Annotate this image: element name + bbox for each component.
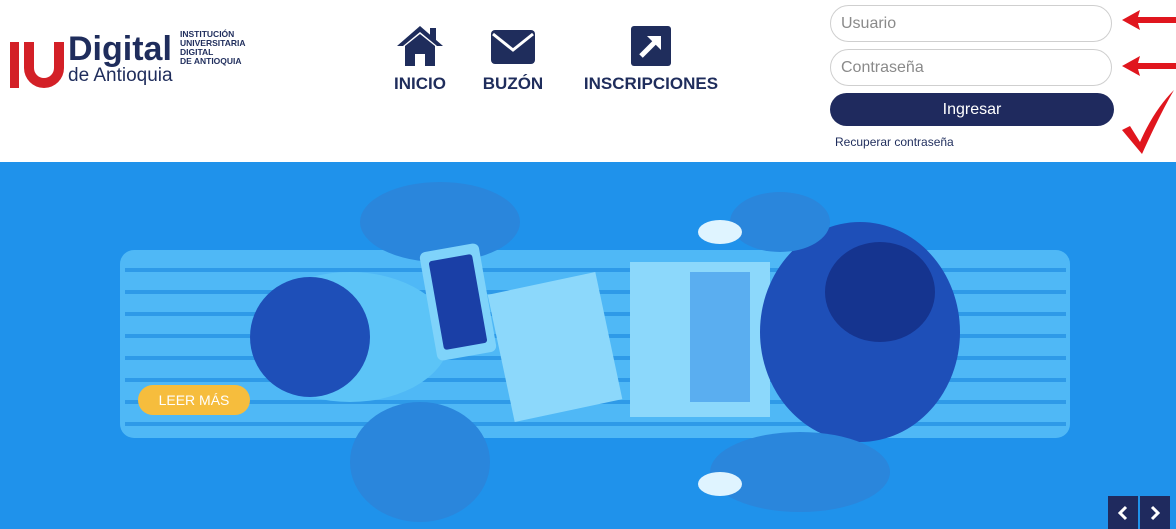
username-input[interactable]	[830, 5, 1112, 42]
nav-item-inicio[interactable]: INICIO	[388, 24, 452, 94]
leer-mas-button[interactable]: LEER MÁS	[138, 385, 250, 415]
red-checkmark-icon	[1122, 90, 1174, 154]
envelope-icon	[491, 30, 535, 64]
chevron-left-icon	[1117, 505, 1128, 520]
home-icon	[397, 26, 443, 66]
password-input[interactable]	[830, 49, 1112, 86]
chevron-right-icon	[1150, 505, 1161, 520]
hero-image	[0, 162, 1176, 529]
site-header: Digital de Antioquia INSTITUCIÓN UNIVERS…	[0, 0, 1176, 162]
login-submit-button[interactable]: Ingresar	[830, 93, 1114, 126]
logo-brand-main: Digital	[68, 30, 172, 68]
external-arrow-icon	[631, 26, 671, 66]
iu-digital-logo[interactable]: Digital de Antioquia INSTITUCIÓN UNIVERS…	[8, 28, 288, 98]
nav-item-inscripciones[interactable]: INSCRIPCIONES	[578, 24, 724, 94]
institution-line: DE ANTIOQUIA	[180, 56, 242, 66]
recover-password-link[interactable]: Recuperar contraseña	[835, 135, 954, 149]
nav-label-inscripciones: INSCRIPCIONES	[583, 74, 719, 93]
logo-brand-sub: de Antioquia	[68, 65, 173, 86]
iu-logo-mark-icon	[10, 42, 64, 88]
hero-banner: LEER MÁS	[0, 162, 1176, 529]
nav-label-inicio: INICIO	[394, 74, 446, 93]
logo-institution-text: INSTITUCIÓN UNIVERSITARIA DIGITAL DE ANT…	[180, 30, 290, 66]
nav-label-buzon: BUZÓN	[482, 74, 544, 93]
red-arrow-icon	[1122, 56, 1176, 76]
nav-item-buzon[interactable]: BUZÓN	[480, 24, 546, 94]
slider-next-button[interactable]	[1140, 496, 1170, 529]
slider-prev-button[interactable]	[1108, 496, 1138, 529]
red-arrow-icon	[1122, 10, 1176, 30]
